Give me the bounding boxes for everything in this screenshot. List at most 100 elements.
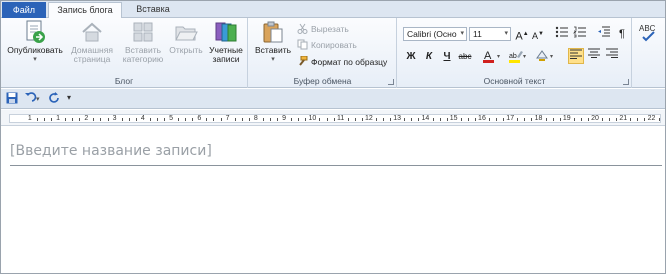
font-name-dropdown-arrow[interactable]: ▾ [460, 28, 464, 40]
group-clipboard-label: Буфер обмена [293, 76, 352, 86]
tab-file[interactable]: Файл [2, 2, 46, 18]
ruler-track: 1 1 2 3 4 5 6 7 8 9 10 11 12 13 14 15 16 17 18 19 20 21 22 [9, 114, 661, 123]
accounts-icon [214, 20, 238, 44]
publish-button[interactable]: Опубликовать ▾ [5, 20, 65, 74]
cut-button[interactable]: Вырезать [297, 22, 349, 37]
ruler-number: 2 [84, 115, 89, 122]
accounts-label-2: записи [212, 54, 240, 64]
font-size-combo[interactable]: 11 ▾ [469, 27, 511, 41]
ruler-tick [580, 118, 582, 121]
font-color-button[interactable]: A ▾ [482, 48, 504, 64]
italic-button[interactable]: К [421, 49, 437, 65]
styles-button[interactable]: ▾ [535, 48, 557, 64]
ruler-number: 14 [421, 115, 430, 122]
ruler-number: 11 [337, 115, 345, 122]
ruler-number: 4 [140, 115, 145, 122]
align-right-button[interactable] [604, 48, 620, 64]
ruler-number: 7 [225, 115, 230, 122]
ruler-tick [418, 118, 420, 121]
spelling-icon: ABC [637, 20, 661, 44]
customize-arrow-icon: ▾ [67, 93, 72, 102]
font-name-value: Calibri (Осно [407, 29, 457, 39]
ruler-tick [319, 118, 321, 121]
open-button[interactable]: Открыть [167, 20, 205, 74]
numbering-button[interactable] [572, 26, 588, 42]
publish-dropdown-arrow[interactable]: ▾ [5, 55, 65, 64]
ruler-number: 5 [169, 115, 174, 122]
copy-button[interactable]: Копировать [297, 38, 357, 53]
ruler-number: 8 [253, 115, 258, 122]
ruler-tick [178, 118, 180, 121]
shrink-font-button[interactable]: A▼ [530, 26, 546, 42]
ruler-tick [524, 118, 526, 121]
ruler-tick [446, 118, 448, 121]
accounts-button[interactable]: Учетные записи [205, 20, 247, 74]
clipboard-dialog-launcher[interactable] [388, 79, 394, 85]
group-basic-text-label: Основной текст [483, 76, 546, 86]
customize-qat-button[interactable]: ▾ [67, 92, 79, 104]
ruler-tick [602, 118, 604, 121]
underline-button[interactable]: Ч [439, 49, 455, 65]
align-right-icon [606, 48, 618, 58]
ruler-tick [241, 118, 243, 121]
grow-font-button[interactable]: A▲ [514, 26, 530, 43]
ruler-tick [121, 118, 123, 121]
post-title-placeholder[interactable]: [Введите название записи] [10, 143, 212, 159]
document-area[interactable]: [Введите название записи] [1, 127, 665, 273]
ruler-tick [50, 118, 52, 121]
format-painter-button[interactable]: Формат по образцу [297, 55, 387, 70]
insert-category-button[interactable]: Вставить категорию [118, 20, 168, 74]
basic-text-dialog-launcher[interactable] [623, 79, 629, 85]
spelling-button[interactable]: ABC [637, 20, 661, 74]
ruler-number: 1 [27, 115, 32, 122]
save-icon [6, 92, 18, 104]
ruler-tick [164, 118, 166, 121]
decrease-indent-button[interactable] [596, 26, 612, 42]
save-button[interactable] [6, 92, 18, 104]
ruler-number: 17 [506, 115, 515, 122]
bullets-icon [555, 26, 568, 38]
home-page-button[interactable]: Домашняя страница [67, 20, 117, 74]
horizontal-ruler: 1 1 2 3 4 5 6 7 8 9 10 11 12 13 14 15 16 17 18 19 20 21 22 [1, 110, 665, 126]
ruler-number: 21 [619, 115, 628, 122]
strikethrough-button[interactable]: abc [457, 49, 473, 65]
ruler-tick [489, 118, 491, 121]
ruler-tick [100, 118, 102, 121]
ruler-number: 9 [282, 115, 287, 122]
undo-button[interactable]: ▾ [23, 92, 43, 104]
refresh-button[interactable] [48, 92, 60, 104]
paste-button[interactable]: Вставить ▾ [252, 20, 294, 74]
highlight-icon: ab ▾ [509, 51, 526, 63]
ruler-tick [552, 118, 554, 121]
publish-icon [23, 20, 47, 44]
paste-dropdown-arrow[interactable]: ▾ [252, 55, 294, 64]
tab-blog-post[interactable]: Запись блога [48, 2, 122, 19]
ruler-tick [432, 118, 434, 121]
ruler-tick [503, 118, 505, 121]
paragraph-mark-button[interactable]: ¶ [614, 26, 630, 42]
align-center-button[interactable] [586, 48, 602, 64]
ruler-tick [644, 118, 646, 121]
open-folder-icon [174, 20, 198, 44]
align-left-button[interactable] [568, 48, 584, 64]
ruler-tick [192, 118, 194, 121]
font-size-dropdown-arrow[interactable]: ▾ [504, 28, 508, 40]
tab-insert[interactable]: Вставка [125, 2, 181, 19]
bullets-button[interactable] [554, 26, 570, 42]
highlight-button[interactable]: ab ▾ [508, 48, 530, 64]
svg-text:▾: ▾ [523, 54, 526, 60]
font-name-combo[interactable]: Calibri (Осно ▾ [403, 27, 467, 41]
ruler-tick [658, 118, 660, 121]
scissors-icon [297, 23, 308, 35]
ruler-tick [531, 118, 533, 121]
paste-label: Вставить [254, 45, 292, 55]
ruler-tick [135, 118, 137, 121]
bold-button[interactable]: Ж [403, 49, 419, 65]
undo-icon: ▾ [25, 92, 40, 103]
svg-text:ab: ab [509, 53, 517, 60]
ruler-tick [305, 118, 307, 121]
svg-text:▾: ▾ [36, 96, 40, 103]
ruler-tick [206, 118, 208, 121]
ruler-number: 6 [197, 115, 202, 122]
ruler-tick [326, 118, 328, 121]
